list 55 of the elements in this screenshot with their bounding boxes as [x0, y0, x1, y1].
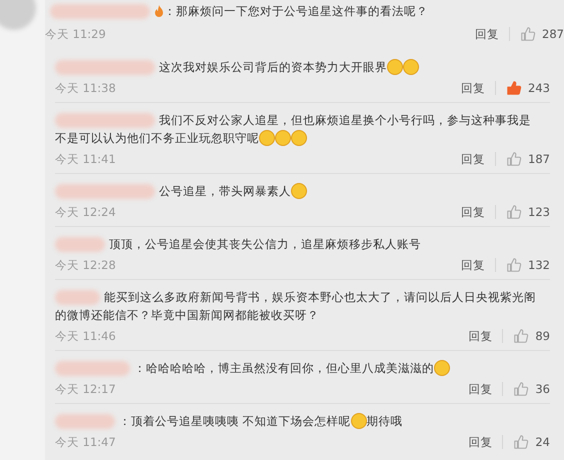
reply-link[interactable]: 回复 [461, 151, 486, 167]
like-count: 243 [528, 80, 550, 96]
timestamp: 今天 12:28 [55, 257, 116, 273]
timestamp: 今天 11:38 [55, 80, 116, 96]
emoji-icon [387, 59, 403, 75]
thumbs-up-icon[interactable] [513, 328, 530, 344]
like-count: 36 [535, 381, 550, 397]
comment-text: 期待哦 [366, 413, 403, 430]
blurred-name [55, 236, 105, 252]
comment-text: 这次我对娱乐公司背后的资本势力大开眼界 [159, 59, 387, 76]
like-count: 132 [528, 257, 550, 273]
timestamp: 今天 11:41 [55, 151, 116, 167]
thumbs-up-icon[interactable] [506, 257, 522, 273]
timestamp: 今天 11:29 [45, 26, 106, 42]
emoji-icon [291, 183, 307, 199]
like-count: 123 [528, 204, 550, 220]
blurred-name [55, 414, 115, 428]
comment-text: 不是可以认为他们不务正业玩忽职守呢 [55, 130, 259, 147]
timestamp: 今天 12:17 [55, 381, 116, 397]
thumbs-up-icon[interactable] [513, 381, 530, 397]
reply-link[interactable]: 回复 [461, 80, 486, 96]
emoji-icon [291, 130, 307, 146]
thumbs-up-icon[interactable] [506, 80, 522, 96]
reply-link[interactable]: 回复 [461, 204, 486, 220]
comment-text: 公号追星，带头网暴素人 [159, 183, 291, 200]
reply-link[interactable]: 回复 [468, 328, 492, 344]
reply-link[interactable]: 回复 [461, 257, 486, 273]
comment-text: ：那麻烦问一下您对于公号追星这件事的看法呢？ [164, 3, 428, 20]
like-count: 89 [535, 328, 550, 344]
comment-text: 能买到这么多政府新闻号背书，娱乐资本野心也太大了，请问以后人日央视紫光阁 [104, 289, 536, 306]
reply-link[interactable]: 回复 [468, 381, 492, 397]
timestamp: 今天 11:46 [55, 328, 116, 344]
like-count: 187 [528, 151, 550, 167]
comment-text: 顶顶，公号追星会使其丧失公信力，追星麻烦移步私人账号 [109, 236, 421, 253]
emoji-icon [403, 59, 419, 75]
like-count: 287 [542, 26, 564, 42]
thumbs-up-icon[interactable] [506, 151, 522, 167]
emoji-icon [259, 130, 275, 146]
reply-link[interactable]: 回复 [475, 26, 500, 42]
comment-text: ：哈哈哈哈哈，博主虽然没有回你，但心里八成美滋滋的 [134, 360, 434, 377]
thumbs-up-icon[interactable] [520, 26, 536, 42]
timestamp: 今天 11:47 [55, 434, 116, 450]
comment-text: 我们不反对公家人追星，但也麻烦追星换个小号行吗，参与这种事我是 [159, 112, 531, 129]
like-count: 24 [535, 434, 550, 450]
reply-link[interactable]: 回复 [468, 434, 492, 450]
emoji-icon [275, 130, 291, 146]
emoji-icon [434, 360, 450, 376]
comment-text: 的微博还能信不？毕竟中国新闻网都能被收买呀？ [55, 307, 319, 324]
emoji-icon [350, 413, 367, 429]
blurred-name [55, 290, 100, 304]
thumbs-up-icon[interactable] [506, 204, 522, 220]
flame-icon [154, 4, 164, 18]
comment-text: ：顶着公号追星咦咦咦 不知道下场会怎样呢 [119, 413, 351, 430]
thumbs-up-icon[interactable] [513, 434, 530, 450]
timestamp: 今天 12:24 [55, 204, 116, 220]
